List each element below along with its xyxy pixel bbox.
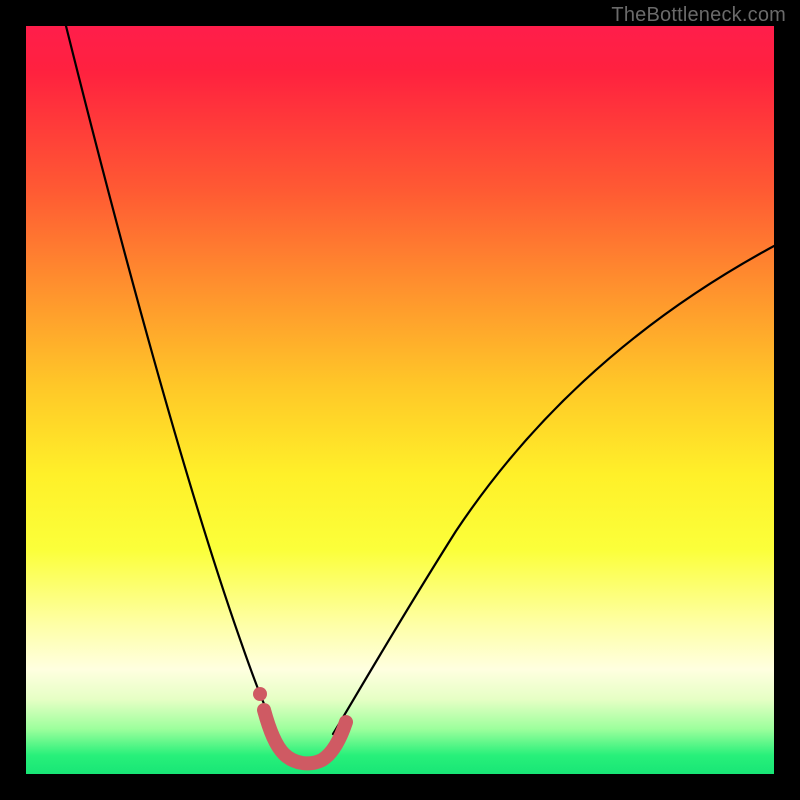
chart-plot-area xyxy=(26,26,774,774)
watermark-text: TheBottleneck.com xyxy=(611,4,786,27)
highlight-trough xyxy=(264,710,346,763)
curve-left xyxy=(66,26,278,734)
bottleneck-curve-svg xyxy=(26,26,774,774)
highlight-marker-dot xyxy=(253,687,267,701)
curve-right xyxy=(333,246,774,734)
